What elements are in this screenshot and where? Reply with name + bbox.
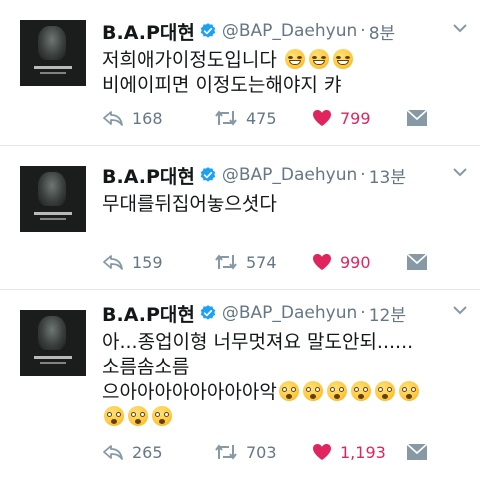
tweet-1[interactable]: B.A.P대현 @BAP_Daehyun · 8분 저희애가이정도입니다 비에이…: [0, 0, 480, 146]
chevron-down-icon[interactable]: [452, 166, 468, 178]
timestamp[interactable]: 13분: [369, 163, 406, 188]
display-name[interactable]: B.A.P대현: [102, 18, 195, 45]
astonished-face-icon: [152, 406, 172, 426]
tweet-text-line: 소름솜소름: [102, 356, 190, 378]
like-button[interactable]: 799: [312, 109, 406, 128]
retweet-button[interactable]: 703: [214, 443, 312, 462]
retweet-icon: [215, 110, 237, 126]
tweet-text: 아...종업이형 너무멋져요 말도안되...... 소름솜소름 으아아아아아아아…: [102, 330, 468, 430]
tweet-actions: 159 574 990: [102, 250, 468, 274]
separator-dot: ·: [360, 165, 366, 185]
astonished-face-icon: [374, 381, 395, 401]
tweet-header: B.A.P대현 @BAP_Daehyun · 12분: [102, 300, 468, 326]
reply-count: 159: [132, 252, 163, 272]
separator-dot: ·: [360, 303, 366, 323]
grinning-sweat-face-icon: [308, 49, 329, 69]
like-button[interactable]: 1,193: [312, 443, 406, 462]
retweet-icon: [215, 254, 237, 270]
tweet-2[interactable]: B.A.P대현 @BAP_Daehyun · 13분 무대를뒤집어놓으셧다 15…: [0, 146, 480, 290]
verified-badge-icon: [200, 23, 216, 38]
tweet-content: B.A.P대현 @BAP_Daehyun · 12분 아...종업이형 너무멋져…: [102, 300, 468, 430]
tweet-3[interactable]: B.A.P대현 @BAP_Daehyun · 12분 아...종업이형 너무멋져…: [0, 290, 480, 480]
reply-icon: [103, 445, 123, 460]
grinning-sweat-face-icon: [284, 49, 305, 69]
reply-count: 265: [132, 442, 163, 462]
avatar[interactable]: [20, 310, 86, 376]
grinning-sweat-face-icon: [332, 49, 353, 69]
tweet-header: B.A.P대현 @BAP_Daehyun · 8분: [102, 18, 468, 44]
reply-count: 168: [132, 108, 163, 128]
tweet-text-line: 으아아아아아아아아악: [102, 381, 277, 403]
astonished-face-icon: [398, 381, 419, 401]
astonished-face-icon: [326, 381, 347, 401]
heart-icon: [313, 110, 331, 126]
direct-message-button[interactable]: [406, 253, 430, 271]
reply-button[interactable]: 168: [102, 109, 214, 128]
reply-button[interactable]: 265: [102, 443, 214, 462]
reply-icon: [103, 111, 123, 126]
reply-icon: [103, 255, 123, 270]
astonished-face-icon: [278, 381, 299, 401]
avatar[interactable]: [20, 166, 86, 232]
tweet-text: 무대를뒤집어놓으셧다: [102, 193, 277, 215]
astonished-face-icon: [350, 381, 371, 401]
like-count: 990: [340, 252, 371, 272]
tweet-text-line: 저희애가이정도입니다: [102, 49, 277, 71]
handle[interactable]: @BAP_Daehyun: [222, 165, 357, 185]
astonished-face-icon: [302, 381, 323, 401]
separator-dot: ·: [360, 21, 366, 41]
timestamp[interactable]: 8분: [369, 19, 395, 44]
retweet-button[interactable]: 475: [214, 109, 312, 128]
tweet-actions: 265 703 1,193: [102, 440, 468, 464]
chevron-down-icon[interactable]: [452, 22, 468, 34]
retweet-button[interactable]: 574: [214, 253, 312, 272]
chevron-down-icon[interactable]: [452, 304, 468, 316]
tweet-text: 저희애가이정도입니다 비에이피면 이정도는해야지 캬: [102, 48, 468, 98]
tweet-text-line: 아...종업이형 너무멋져요 말도안되......: [102, 331, 414, 353]
like-count: 799: [340, 108, 371, 128]
direct-message-icon: [406, 253, 428, 270]
reply-button[interactable]: 159: [102, 253, 214, 272]
retweet-count: 703: [246, 442, 277, 462]
heart-icon: [313, 444, 331, 460]
timestamp[interactable]: 12분: [369, 301, 406, 326]
direct-message-button[interactable]: [406, 443, 430, 461]
verified-badge-icon: [200, 305, 216, 320]
display-name[interactable]: B.A.P대현: [102, 162, 195, 189]
tweet-content: B.A.P대현 @BAP_Daehyun · 13분 무대를뒤집어놓으셧다: [102, 162, 468, 217]
verified-badge-icon: [200, 167, 216, 182]
heart-icon: [313, 254, 331, 270]
like-count: 1,193: [340, 442, 386, 462]
direct-message-icon: [406, 109, 428, 126]
astonished-face-icon: [104, 406, 124, 426]
tweet-content: B.A.P대현 @BAP_Daehyun · 8분 저희애가이정도입니다 비에이…: [102, 18, 468, 98]
like-button[interactable]: 990: [312, 253, 406, 272]
tweet-header: B.A.P대현 @BAP_Daehyun · 13분: [102, 162, 468, 188]
display-name[interactable]: B.A.P대현: [102, 300, 195, 327]
avatar[interactable]: [20, 20, 86, 86]
direct-message-button[interactable]: [406, 109, 430, 127]
retweet-count: 574: [246, 252, 277, 272]
handle[interactable]: @BAP_Daehyun: [222, 21, 357, 41]
tweet-actions: 168 475 799: [102, 106, 468, 130]
tweet-text-line: 비에이피면 이정도는해야지 캬: [102, 74, 342, 96]
astonished-face-icon: [128, 406, 148, 426]
direct-message-icon: [406, 443, 428, 460]
handle[interactable]: @BAP_Daehyun: [222, 303, 357, 323]
retweet-icon: [215, 444, 237, 460]
retweet-count: 475: [246, 108, 277, 128]
